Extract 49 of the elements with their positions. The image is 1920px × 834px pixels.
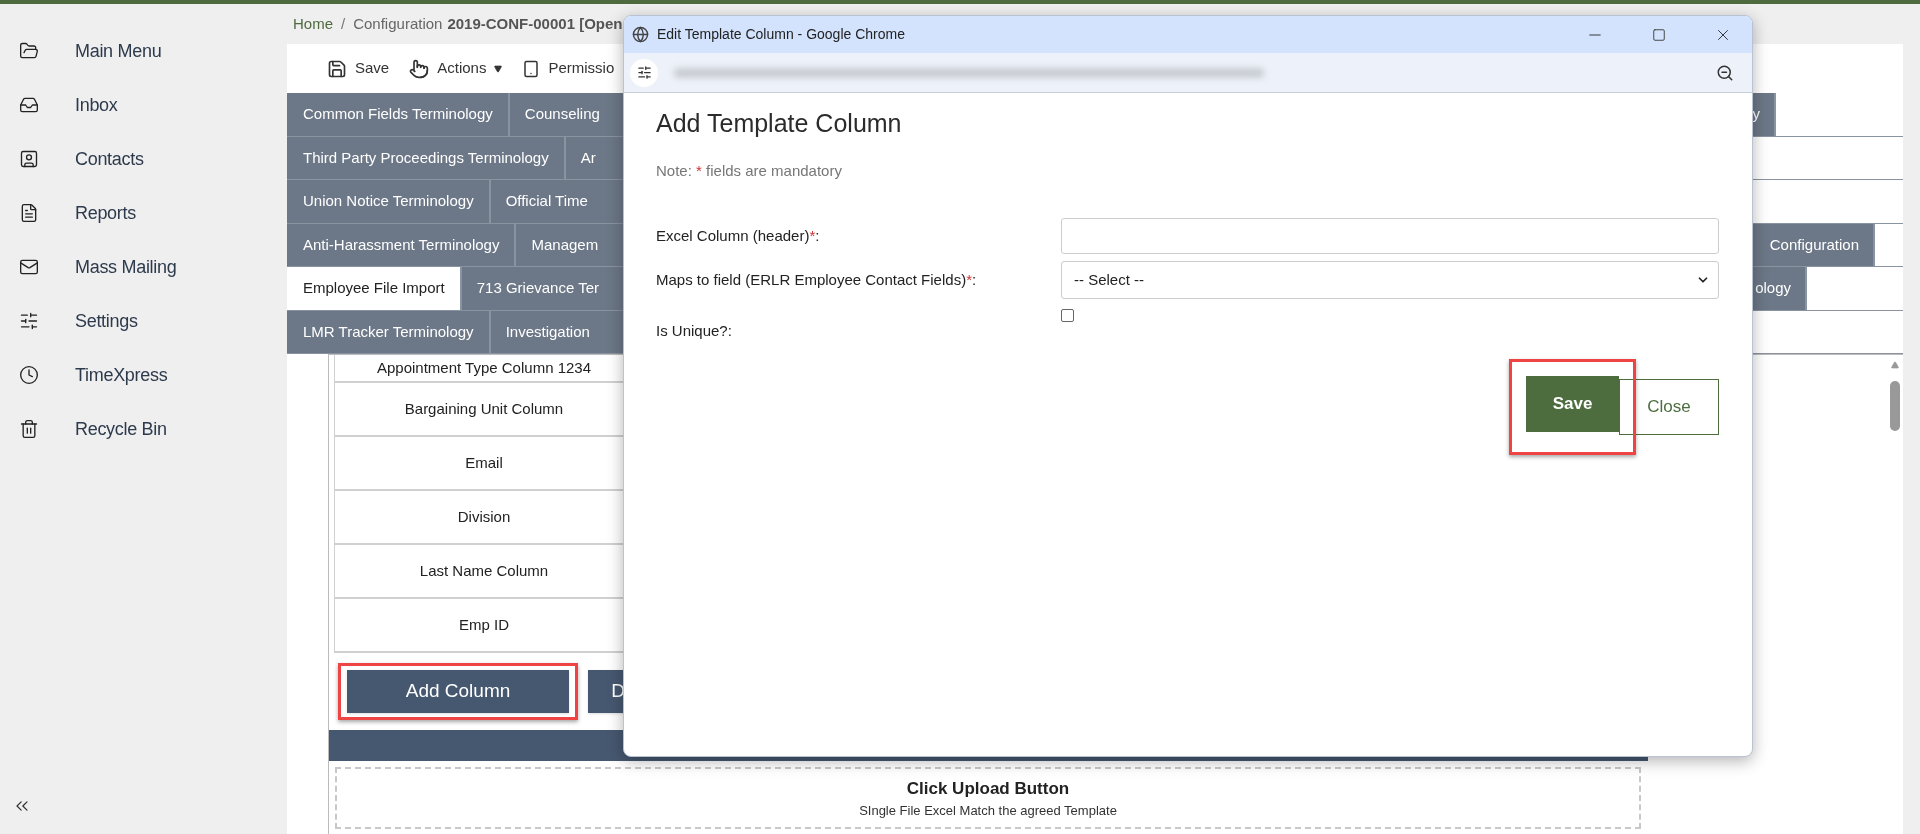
contact-card-icon bbox=[19, 149, 39, 169]
clock-icon bbox=[19, 365, 39, 385]
globe-icon bbox=[632, 26, 649, 43]
select-field[interactable]: -- Select -- bbox=[1061, 261, 1719, 299]
sidebar-item[interactable]: TimeXpress bbox=[75, 361, 168, 389]
sidebar-item[interactable]: Settings bbox=[75, 307, 138, 335]
sidebar-item[interactable]: Inbox bbox=[75, 91, 118, 119]
tab[interactable]: Anti-Harassment Terminology bbox=[287, 223, 517, 266]
window-title: Edit Template Column - Google Chrome bbox=[657, 25, 906, 44]
action-button[interactable]: Add Column bbox=[347, 670, 569, 713]
dialog-button[interactable]: Save bbox=[1526, 375, 1619, 432]
hand-pointer-icon bbox=[409, 58, 430, 79]
upload-subtitle: SIngle File Excel Match the agreed Template bbox=[859, 802, 1117, 820]
text-field[interactable] bbox=[1061, 218, 1719, 254]
envelope-icon bbox=[19, 257, 39, 277]
toolbar-permissions-button[interactable]: Permissio bbox=[548, 57, 615, 80]
tab[interactable]: Common Fields Terminology bbox=[287, 93, 510, 136]
trash-icon bbox=[19, 419, 39, 439]
maximize-icon[interactable] bbox=[1652, 27, 1666, 42]
zoom-out-icon[interactable] bbox=[1716, 63, 1734, 82]
breadcrumb-separator: / bbox=[341, 13, 346, 34]
document-icon bbox=[19, 203, 39, 223]
inbox-icon bbox=[19, 95, 39, 115]
tab[interactable]: LMR Tracker Terminology bbox=[287, 310, 491, 353]
breadcrumb-record: 2019-CONF-00001 [Open bbox=[447, 13, 623, 34]
tab[interactable]: Third Party Proceedings Terminology bbox=[287, 136, 566, 179]
scroll-thumb[interactable] bbox=[1890, 381, 1900, 431]
breadcrumb-page: Configuration bbox=[353, 13, 443, 34]
sidebar-item[interactable]: Reports bbox=[75, 199, 136, 227]
tablet-icon bbox=[522, 58, 541, 79]
scroll-up-icon[interactable] bbox=[1890, 361, 1900, 369]
sidebar-item[interactable]: Mass Mailing bbox=[75, 253, 177, 281]
breadcrumb-link[interactable]: Home bbox=[293, 12, 333, 36]
sidebar-item[interactable]: Contacts bbox=[75, 145, 144, 173]
upload-drop-zone[interactable]: Click Upload Button SIngle File Excel Match the agreed Template bbox=[335, 767, 1641, 829]
upload-title: Click Upload Button bbox=[906, 777, 1070, 800]
mandatory-note: Note: * fields are mandatory bbox=[656, 160, 843, 181]
caret-icon bbox=[494, 64, 503, 73]
sliders-icon bbox=[19, 311, 39, 331]
folder-icon bbox=[19, 41, 39, 61]
tab[interactable]: Union Notice Terminology bbox=[287, 180, 491, 223]
sidebar-item[interactable]: Recycle Bin bbox=[75, 415, 167, 443]
dialog-button[interactable]: Close bbox=[1619, 378, 1719, 435]
site-settings-icon[interactable] bbox=[636, 65, 652, 80]
sidebar-item[interactable]: Main Menu bbox=[75, 37, 162, 65]
checkbox[interactable] bbox=[1061, 309, 1074, 323]
toolbar-save-button[interactable]: Save bbox=[355, 57, 390, 80]
toolbar-menu-button[interactable]: Actions bbox=[437, 57, 487, 80]
save-icon bbox=[327, 58, 347, 79]
